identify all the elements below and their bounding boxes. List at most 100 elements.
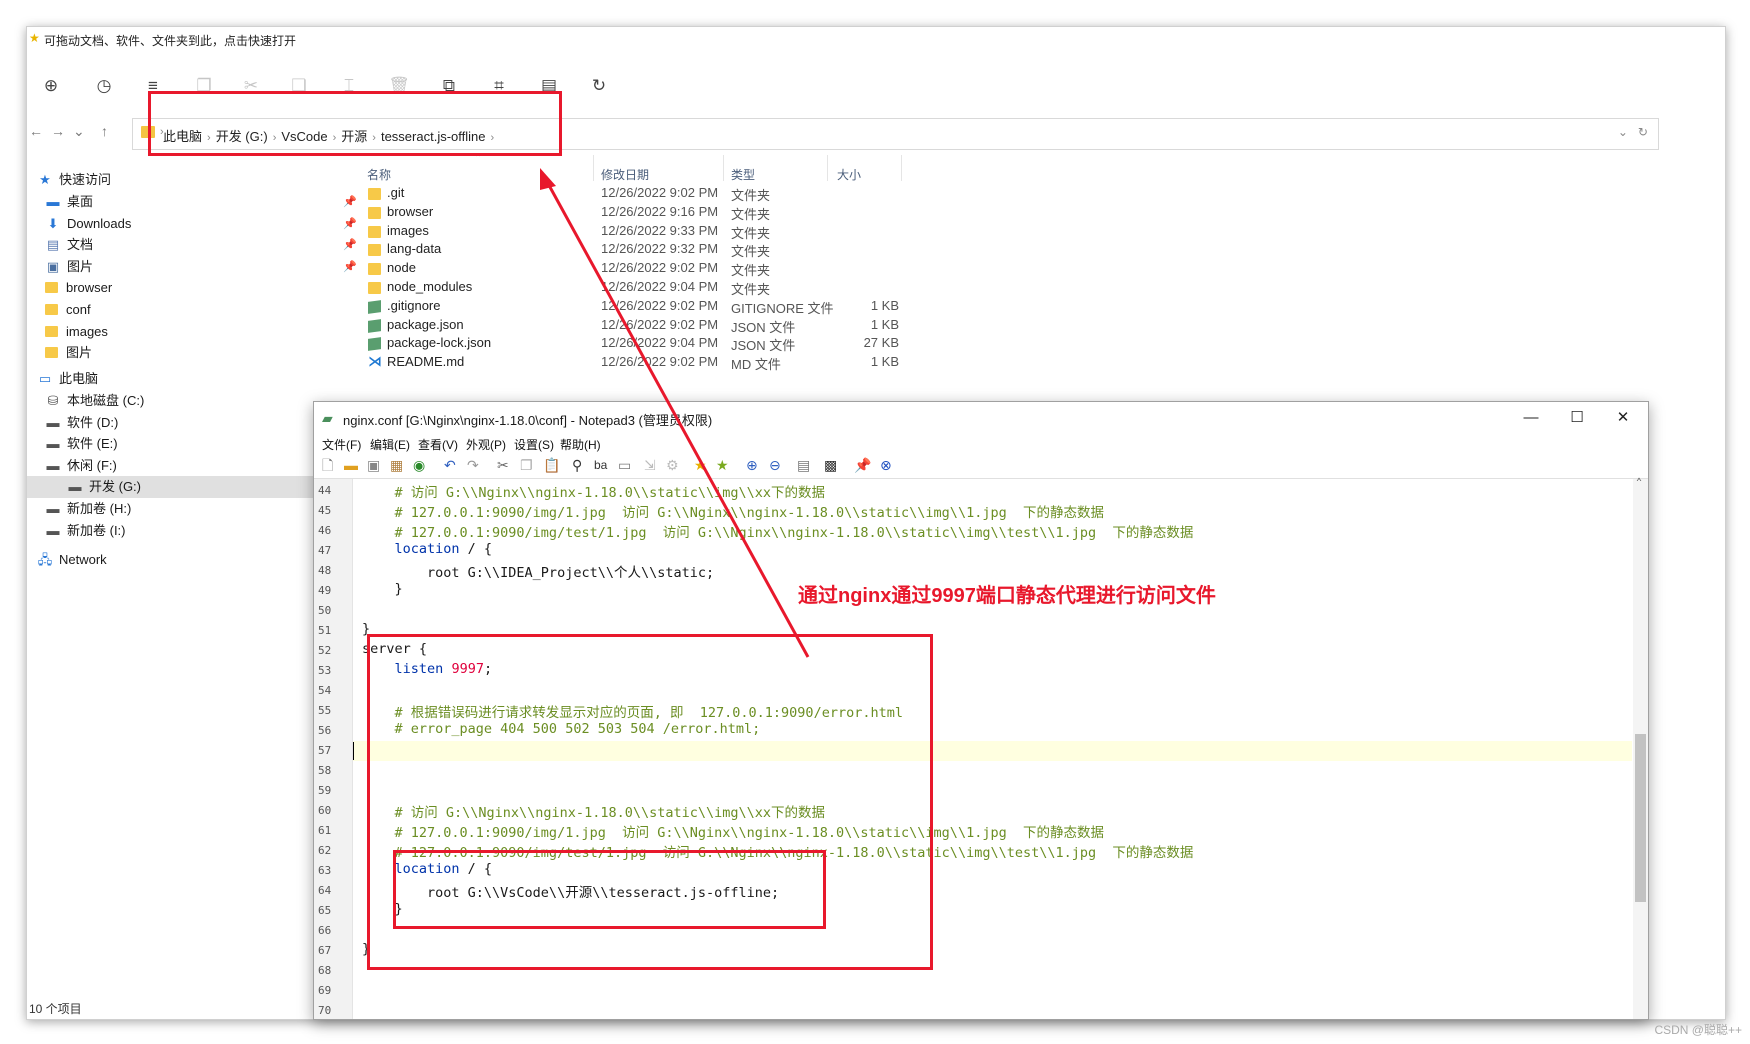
redo-icon[interactable]: ↷: [467, 457, 479, 473]
forward-arrow-icon[interactable]: →: [51, 123, 65, 139]
col-header-name[interactable]: 名称: [367, 166, 391, 183]
refresh-circle-icon[interactable]: ↻: [585, 73, 613, 99]
sidebar-item-label: 文档: [67, 237, 94, 253]
minimize-button[interactable]: —: [1508, 404, 1554, 432]
menu-item[interactable]: 帮助(H): [560, 436, 601, 453]
sidebar-item-quick[interactable]: images: [45, 321, 108, 343]
sidebar-network[interactable]: 🖧 Network: [37, 549, 107, 571]
folder-icon: [45, 325, 58, 337]
bookmark-star-icon[interactable]: ★: [694, 457, 707, 473]
undo-icon[interactable]: ↶: [444, 457, 456, 473]
sidebar-item-drive[interactable]: ▬ 软件 (E:): [45, 433, 118, 455]
history-icon[interactable]: ◷: [90, 73, 118, 99]
col-header-type[interactable]: 类型: [731, 166, 755, 183]
col-header-date[interactable]: 修改日期: [601, 166, 649, 183]
save-all-icon[interactable]: ▦: [390, 457, 403, 473]
sidebar-item-quick[interactable]: ▤ 文档: [45, 234, 93, 256]
maximize-button[interactable]: ☐: [1554, 404, 1600, 432]
replace-icon[interactable]: ba: [594, 457, 607, 473]
zoom-out-icon[interactable]: ⊖: [769, 457, 781, 473]
sidebar-item-quick[interactable]: ⬇ Downloads: [45, 213, 132, 235]
sidebar-item-drive[interactable]: ▬ 新加卷 (H:): [45, 498, 132, 520]
sidebar-item-label: conf: [66, 302, 91, 317]
file-name: browser: [387, 203, 434, 219]
code-comment: # 127.0.0.1:9090/img/test/1.jpg 访问 G:\\N…: [362, 525, 1194, 541]
sidebar-item-quick[interactable]: ▬ 桌面: [45, 191, 94, 213]
file-row[interactable]: .gitignore 12/26/2022 9:02 PM GITIGNORE 文件…: [339, 297, 899, 316]
sidebar-item-drive[interactable]: ▬ 新加卷 (I:): [45, 520, 126, 542]
menu-item[interactable]: 编辑(E): [370, 436, 410, 453]
sidebar-item-quick[interactable]: conf: [45, 299, 91, 321]
file-size: 1 KB: [870, 297, 899, 313]
menu-item[interactable]: 外观(P): [466, 436, 506, 453]
code-line: # 127.0.0.1:9090/img/test/1.jpg 访问 G:\\N…: [362, 521, 1194, 541]
goto-icon[interactable]: ▭: [618, 457, 631, 473]
paste-icon[interactable]: 📋: [543, 457, 560, 473]
sidebar-quick-access[interactable]: ★ 快速访问: [37, 169, 111, 191]
sidebar-item-drive[interactable]: ▬ 软件 (D:): [45, 412, 119, 434]
drive-icon: ▬: [46, 436, 60, 452]
file-row[interactable]: browser 12/26/2022 9:16 PM 文件夹: [339, 203, 899, 222]
up-arrow-icon[interactable]: ↑: [101, 123, 108, 139]
sidebar-item-drive[interactable]: ▬ 休闲 (F:): [45, 455, 117, 477]
file-row[interactable]: .git 12/26/2022 9:02 PM 文件夹: [339, 184, 899, 203]
sidebar-item-label: 软件 (E:): [67, 436, 118, 452]
file-row[interactable]: ⋊ README.md 12/26/2022 9:02 PM MD 文件 1 KB: [339, 353, 899, 372]
terminal-icon[interactable]: ▩: [824, 457, 837, 473]
reload-icon[interactable]: ◉: [413, 457, 425, 473]
scheme-icon[interactable]: ▤: [797, 457, 810, 473]
code-keyword: location: [394, 541, 460, 557]
file-date: 12/26/2022 9:04 PM: [601, 335, 719, 351]
sidebar-item-label: 图片: [67, 258, 94, 274]
back-arrow-icon[interactable]: ←: [29, 123, 43, 139]
sidebar-item-label: Downloads: [67, 215, 132, 231]
file-row[interactable]: package.json 12/26/2022 9:02 PM JSON 文件 1 K…: [339, 316, 899, 335]
copy-icon[interactable]: ❐: [520, 457, 533, 473]
scrollbar-thumb[interactable]: [1635, 734, 1646, 902]
menu-item[interactable]: 查看(V): [418, 436, 458, 453]
cut-icon[interactable]: ✂: [497, 457, 509, 473]
sidebar-this-pc[interactable]: ▭ 此电脑: [37, 368, 98, 390]
recent-chevron-icon[interactable]: ⌄: [73, 123, 85, 140]
line-number: 61: [318, 824, 332, 837]
close-button[interactable]: ✕: [1600, 404, 1646, 432]
new-file-icon[interactable]: 🗋: [322, 457, 333, 473]
whitespace-icon[interactable]: ⚙: [666, 457, 679, 473]
menu-item[interactable]: 设置(S): [514, 436, 554, 453]
notepad-title: nginx.conf [G:\Nginx\nginx-1.18.0\conf] …: [343, 413, 713, 428]
file-date: 12/26/2022 9:02 PM: [601, 354, 719, 370]
save-icon[interactable]: ▣: [367, 457, 380, 473]
scroll-up-icon[interactable]: ⌃: [1636, 477, 1642, 488]
pin-icon[interactable]: 📌: [854, 457, 871, 473]
word-wrap-icon[interactable]: ⇲: [644, 457, 656, 473]
menu-item[interactable]: 文件(F): [322, 436, 361, 453]
text-caret: [353, 742, 354, 760]
sidebar-item-quick[interactable]: browser: [45, 277, 112, 299]
address-dropdown-refresh[interactable]: ⌄ ↻: [1618, 125, 1648, 139]
drive-icon: ▬: [46, 414, 60, 430]
file-row[interactable]: node_modules 12/26/2022 9:04 PM 文件夹: [339, 278, 899, 297]
this-pc-icon: ▭: [38, 371, 52, 386]
file-name: .gitignore: [387, 297, 441, 313]
sidebar-item-quick[interactable]: ▣ 图片: [45, 256, 93, 278]
vscode-file-icon: ⋊: [368, 353, 382, 370]
sidebar-item-drive[interactable]: ⛁ 本地磁盘 (C:): [45, 390, 145, 412]
sidebar-item-label: 本地磁盘 (C:): [67, 393, 145, 408]
exit-icon[interactable]: ⊗: [880, 457, 892, 473]
sidebar-item-quick[interactable]: 图片: [45, 342, 92, 364]
file-row[interactable]: lang-data 12/26/2022 9:32 PM 文件夹: [339, 240, 899, 259]
sidebar-item-drive[interactable]: ▬ 开发 (G:): [27, 476, 325, 499]
file-row[interactable]: images 12/26/2022 9:33 PM 文件夹: [339, 222, 899, 241]
file-row[interactable]: node 12/26/2022 9:02 PM 文件夹: [339, 259, 899, 278]
file-row[interactable]: package-lock.json 12/26/2022 9:04 PM JSON …: [339, 334, 899, 353]
new-circle-icon[interactable]: ⊕: [37, 73, 65, 99]
col-header-size[interactable]: 大小: [837, 166, 861, 183]
favorites-star-icon[interactable]: ★: [716, 457, 729, 473]
vertical-scrollbar[interactable]: ⌃: [1633, 477, 1648, 1019]
navigation-pane: ★ 快速访问 ▬ 桌面 📌 ⬇ Downloads 📌 ▤ 文档 📌 ▣ 图片 📌 browser conf i…: [27, 153, 357, 1019]
network-icon: 🖧: [37, 552, 53, 567]
find-binoculars-icon[interactable]: ⚲: [572, 457, 582, 473]
file-date: 12/26/2022 9:02 PM: [601, 297, 719, 313]
open-folder-icon[interactable]: ▬: [344, 457, 358, 473]
zoom-in-icon[interactable]: ⊕: [746, 457, 758, 473]
